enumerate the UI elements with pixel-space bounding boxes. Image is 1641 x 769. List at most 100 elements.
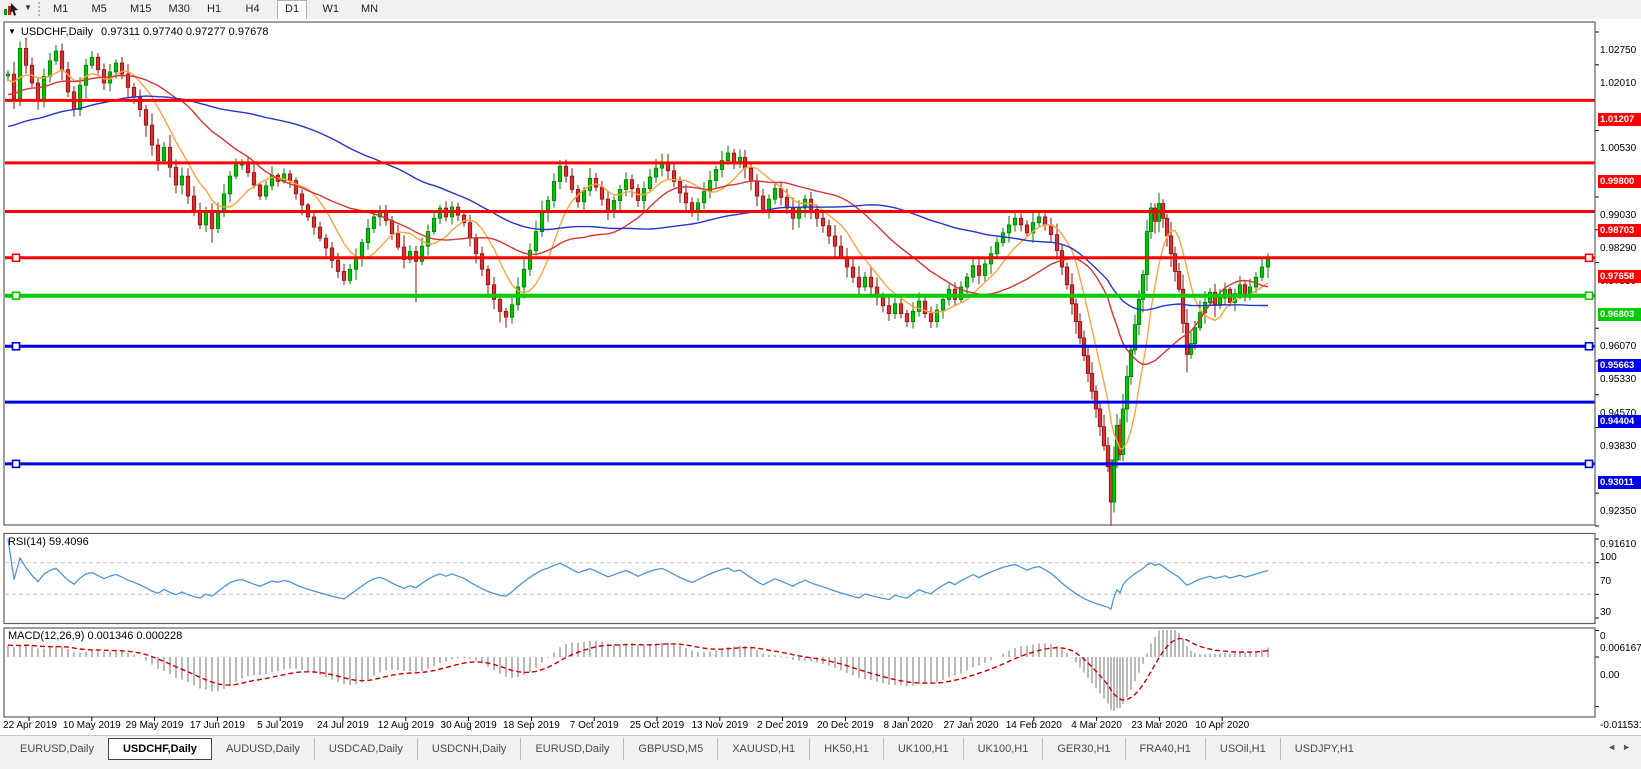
candle	[467, 222, 473, 239]
candle	[335, 259, 341, 272]
timeframe-button-mn[interactable]: MN	[354, 0, 385, 18]
candle	[1237, 284, 1243, 295]
chart-tab-usdcnh-daily[interactable]: USDCNH,Daily	[416, 738, 521, 760]
candle	[101, 69, 107, 84]
hline-handle[interactable]	[1584, 253, 1594, 263]
candle	[1136, 299, 1142, 326]
hline-handle[interactable]	[1584, 291, 1594, 301]
chart-tab-uk100-h1[interactable]: UK100,H1	[962, 738, 1043, 760]
chart-tab-eurusd-daily[interactable]: EURUSD,Daily	[6, 738, 108, 760]
candle	[203, 212, 209, 226]
price-line-label: 0.95663	[1598, 358, 1641, 372]
date-axis-label: 13 Nov 2019	[691, 720, 749, 731]
chart-tab-usdjpy-h1[interactable]: USDJPY,H1	[1279, 738, 1368, 760]
candle	[557, 165, 563, 182]
candle	[772, 188, 778, 200]
price-axis-tick: 0.93830	[1600, 440, 1637, 452]
hline-handle[interactable]	[1584, 341, 1594, 351]
timeframe-button-m5[interactable]: M5	[85, 0, 114, 18]
price-line-label: 1.01207	[1598, 112, 1641, 126]
candle	[683, 192, 689, 204]
candle	[826, 225, 832, 237]
timeframe-button-m15[interactable]: M15	[123, 0, 158, 18]
candle	[611, 200, 617, 212]
chart-tab-xauusd-h1[interactable]: XAUUSD,H1	[717, 738, 809, 760]
candle	[748, 167, 754, 182]
candle	[886, 305, 892, 314]
date-axis-label: 12 Aug 2019	[377, 720, 434, 731]
macd-axis-tick: 0.00	[1600, 670, 1620, 681]
candle	[868, 276, 874, 288]
hline-handle[interactable]	[11, 291, 21, 301]
candle	[389, 220, 395, 235]
date-axis-label: 22 Apr 2019	[3, 720, 57, 731]
symbol-dropdown-icon[interactable]: ▼	[8, 27, 16, 36]
timeframe-button-h4[interactable]: H4	[239, 0, 267, 18]
candle	[431, 217, 437, 232]
candle	[790, 207, 796, 219]
candle	[1242, 284, 1248, 296]
candle	[23, 48, 29, 66]
timeframe-button-m30[interactable]: M30	[162, 0, 197, 18]
toolbar-grip[interactable]	[38, 2, 43, 16]
candle	[1018, 217, 1024, 226]
chart-tool-dropdown-icon[interactable]: ▼	[24, 3, 32, 12]
candle	[509, 304, 515, 318]
candle	[796, 207, 802, 219]
price-axis-tick: 0.98290	[1600, 242, 1637, 254]
candle	[287, 173, 293, 181]
ma-line-medium	[7, 74, 1269, 366]
chart-tab-ger30-h1[interactable]: GER30,H1	[1042, 738, 1124, 760]
chart-tab-hk50-h1[interactable]: HK50,H1	[809, 738, 883, 760]
candle	[1024, 224, 1030, 234]
chart-tab-usoil-h1[interactable]: USOil,H1	[1204, 738, 1280, 760]
tab-scroll-arrows: ◄►	[1607, 742, 1637, 752]
hline-handle[interactable]	[11, 341, 21, 351]
tab-prev-icon[interactable]: ◄	[1607, 742, 1622, 752]
candle	[701, 191, 707, 204]
candle	[910, 310, 916, 322]
chart-tab-uk100-h1[interactable]: UK100,H1	[882, 738, 963, 760]
tab-next-icon[interactable]: ►	[1622, 742, 1637, 752]
price-chart-canvas[interactable]	[0, 19, 1641, 735]
candle	[581, 189, 587, 203]
candle	[1124, 376, 1130, 410]
candle	[862, 276, 868, 288]
chart-tab-usdcad-daily[interactable]: USDCAD,Daily	[313, 738, 417, 760]
candle	[1184, 322, 1190, 355]
date-axis-label: 20 Dec 2019	[817, 720, 874, 731]
candle	[964, 276, 970, 288]
chart-tab-gbpusd-m5[interactable]: GBPUSD,M5	[623, 738, 717, 760]
candle	[898, 303, 904, 314]
candle	[221, 193, 227, 212]
chart-tab-audusd-daily[interactable]: AUDUSD,Daily	[212, 738, 314, 760]
candle	[629, 179, 635, 189]
hline-handle[interactable]	[1584, 459, 1594, 469]
candle	[395, 233, 401, 248]
chart-tab-eurusd-daily[interactable]: EURUSD,Daily	[520, 738, 623, 760]
candle	[1073, 303, 1079, 322]
candle	[113, 62, 119, 73]
hline-handle[interactable]	[11, 253, 21, 263]
price-axis-tick: 0.92350	[1600, 506, 1637, 518]
candle	[323, 237, 329, 249]
date-axis-label: 10 May 2019	[62, 720, 121, 731]
hline-handle[interactable]	[11, 459, 21, 469]
chart-tab-fra40-h1[interactable]: FRA40,H1	[1124, 738, 1205, 760]
candle	[191, 195, 197, 212]
timeframe-button-d1[interactable]: D1	[277, 0, 308, 20]
timeframe-button-m1[interactable]: M1	[46, 0, 75, 18]
candle	[47, 60, 53, 77]
rsi-indicator-label: RSI(14) 59.4096	[8, 536, 89, 548]
chart-pointer-icon[interactable]	[3, 2, 20, 17]
candle	[533, 231, 539, 252]
chart-window: ▼ USDCHF,Daily 0.97311 0.97740 0.97277 0.9…	[0, 19, 1641, 735]
candle	[1089, 373, 1095, 392]
candle	[41, 75, 47, 102]
timeframe-button-w1[interactable]: W1	[316, 0, 347, 18]
chart-tab-usdchf-daily[interactable]: USDCHF,Daily	[107, 738, 212, 760]
date-axis-label: 27 Jan 2020	[943, 720, 999, 731]
ohlc-readout: 0.97311 0.97740 0.97277 0.97678	[101, 26, 269, 38]
timeframe-button-h1[interactable]: H1	[200, 0, 228, 18]
candle	[233, 164, 239, 177]
